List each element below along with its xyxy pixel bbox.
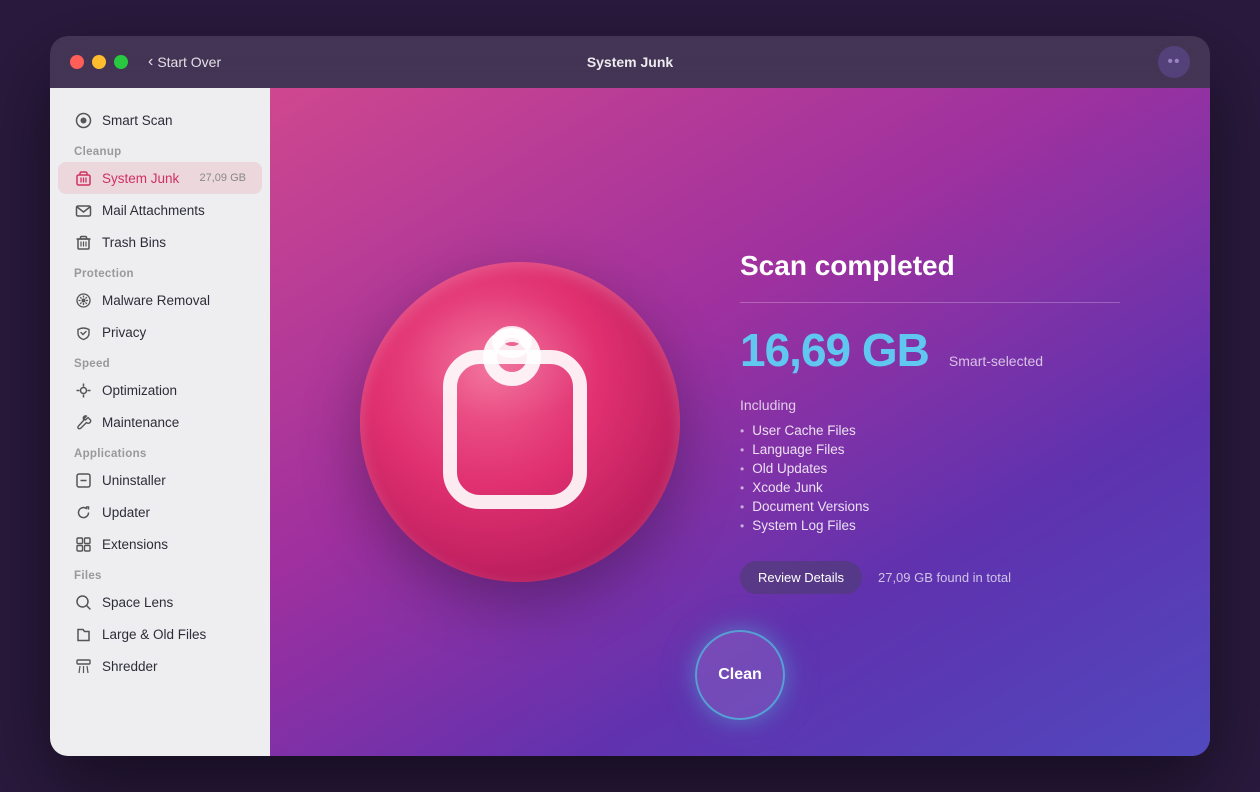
app-icon bbox=[360, 262, 680, 582]
including-label: Including bbox=[740, 397, 1120, 413]
malware-removal-label: Malware Removal bbox=[102, 293, 210, 308]
trash-bins-label: Trash Bins bbox=[102, 235, 166, 250]
list-item: Document Versions bbox=[740, 499, 1120, 514]
traffic-lights bbox=[70, 55, 128, 69]
size-row: 16,69 GB Smart-selected bbox=[740, 323, 1120, 377]
sidebar-item-malware-removal[interactable]: Malware Removal bbox=[58, 284, 262, 316]
found-total: 27,09 GB found in total bbox=[878, 570, 1011, 585]
optimization-label: Optimization bbox=[102, 383, 177, 398]
clean-button-container: Clean bbox=[695, 630, 785, 720]
uninstaller-icon bbox=[74, 471, 92, 489]
main-content: Scan completed 16,69 GB Smart-selected I… bbox=[270, 88, 1210, 756]
sidebar-item-extensions[interactable]: Extensions bbox=[58, 528, 262, 560]
sidebar-item-space-lens[interactable]: Space Lens bbox=[58, 586, 262, 618]
smart-scan-icon bbox=[74, 111, 92, 129]
list-item: Old Updates bbox=[740, 461, 1120, 476]
applications-section-label: Applications bbox=[50, 438, 270, 464]
large-old-files-label: Large & Old Files bbox=[102, 627, 206, 642]
dots-icon: •• bbox=[1167, 53, 1180, 71]
system-junk-icon bbox=[74, 169, 92, 187]
sidebar-item-large-old-files[interactable]: Large & Old Files bbox=[58, 618, 262, 650]
list-item: Xcode Junk bbox=[740, 480, 1120, 495]
divider bbox=[740, 302, 1120, 303]
trash-icon bbox=[74, 233, 92, 251]
speed-section-label: Speed bbox=[50, 348, 270, 374]
sidebar-item-maintenance[interactable]: Maintenance bbox=[58, 406, 262, 438]
window-title: System Junk bbox=[587, 54, 673, 70]
cleanup-section-label: Cleanup bbox=[50, 136, 270, 162]
sidebar-item-privacy[interactable]: Privacy bbox=[58, 316, 262, 348]
maintenance-label: Maintenance bbox=[102, 415, 179, 430]
sidebar-item-shredder[interactable]: Shredder bbox=[58, 650, 262, 682]
titlebar: ‹ Start Over System Junk •• bbox=[50, 36, 1210, 88]
scan-title: Scan completed bbox=[740, 250, 1120, 282]
shredder-icon bbox=[74, 657, 92, 675]
smart-selected-label: Smart-selected bbox=[949, 353, 1043, 369]
content-layout: Scan completed 16,69 GB Smart-selected I… bbox=[270, 210, 1210, 634]
shredder-label: Shredder bbox=[102, 659, 158, 674]
sidebar-item-system-junk[interactable]: System Junk 27,09 GB bbox=[58, 162, 262, 194]
more-options-button[interactable]: •• bbox=[1158, 46, 1190, 78]
extensions-label: Extensions bbox=[102, 537, 168, 552]
titlebar-nav: ‹ Start Over bbox=[148, 53, 221, 71]
list-item: System Log Files bbox=[740, 518, 1120, 533]
file-list: User Cache Files Language Files Old Upda… bbox=[740, 423, 1120, 533]
sidebar-item-trash-bins[interactable]: Trash Bins bbox=[58, 226, 262, 258]
system-junk-label: System Junk bbox=[102, 171, 179, 186]
protection-section-label: Protection bbox=[50, 258, 270, 284]
system-junk-badge: 27,09 GB bbox=[200, 172, 246, 184]
maintenance-icon bbox=[74, 413, 92, 431]
privacy-label: Privacy bbox=[102, 325, 146, 340]
window-body: Smart Scan Cleanup System Junk 27,09 GB bbox=[50, 88, 1210, 756]
close-button[interactable] bbox=[70, 55, 84, 69]
sidebar-item-uninstaller[interactable]: Uninstaller bbox=[58, 464, 262, 496]
back-button[interactable]: ‹ Start Over bbox=[148, 53, 221, 71]
updater-icon bbox=[74, 503, 92, 521]
result-panel: Scan completed 16,69 GB Smart-selected I… bbox=[740, 250, 1120, 594]
smart-scan-label: Smart Scan bbox=[102, 113, 173, 128]
review-details-button[interactable]: Review Details bbox=[740, 561, 862, 594]
uninstaller-label: Uninstaller bbox=[102, 473, 166, 488]
size-value: 16,69 GB bbox=[740, 323, 929, 377]
sidebar: Smart Scan Cleanup System Junk 27,09 GB bbox=[50, 88, 270, 756]
minimize-button[interactable] bbox=[92, 55, 106, 69]
large-files-icon bbox=[74, 625, 92, 643]
action-row: Review Details 27,09 GB found in total bbox=[740, 561, 1120, 594]
privacy-icon bbox=[74, 323, 92, 341]
clean-button[interactable]: Clean bbox=[695, 630, 785, 720]
app-icon-container bbox=[360, 262, 680, 582]
space-lens-icon bbox=[74, 593, 92, 611]
malware-icon bbox=[74, 291, 92, 309]
optimization-icon bbox=[74, 381, 92, 399]
mail-icon bbox=[74, 201, 92, 219]
space-lens-label: Space Lens bbox=[102, 595, 173, 610]
files-section-label: Files bbox=[50, 560, 270, 586]
updater-label: Updater bbox=[102, 505, 150, 520]
sidebar-item-optimization[interactable]: Optimization bbox=[58, 374, 262, 406]
list-item: Language Files bbox=[740, 442, 1120, 457]
list-item: User Cache Files bbox=[740, 423, 1120, 438]
chevron-left-icon: ‹ bbox=[148, 53, 153, 71]
app-window: ‹ Start Over System Junk •• Smart Scan bbox=[50, 36, 1210, 756]
back-label: Start Over bbox=[157, 54, 221, 70]
mail-attachments-label: Mail Attachments bbox=[102, 203, 205, 218]
sidebar-item-mail-attachments[interactable]: Mail Attachments bbox=[58, 194, 262, 226]
sidebar-item-updater[interactable]: Updater bbox=[58, 496, 262, 528]
sidebar-item-smart-scan[interactable]: Smart Scan bbox=[58, 104, 262, 136]
maximize-button[interactable] bbox=[114, 55, 128, 69]
extensions-icon bbox=[74, 535, 92, 553]
